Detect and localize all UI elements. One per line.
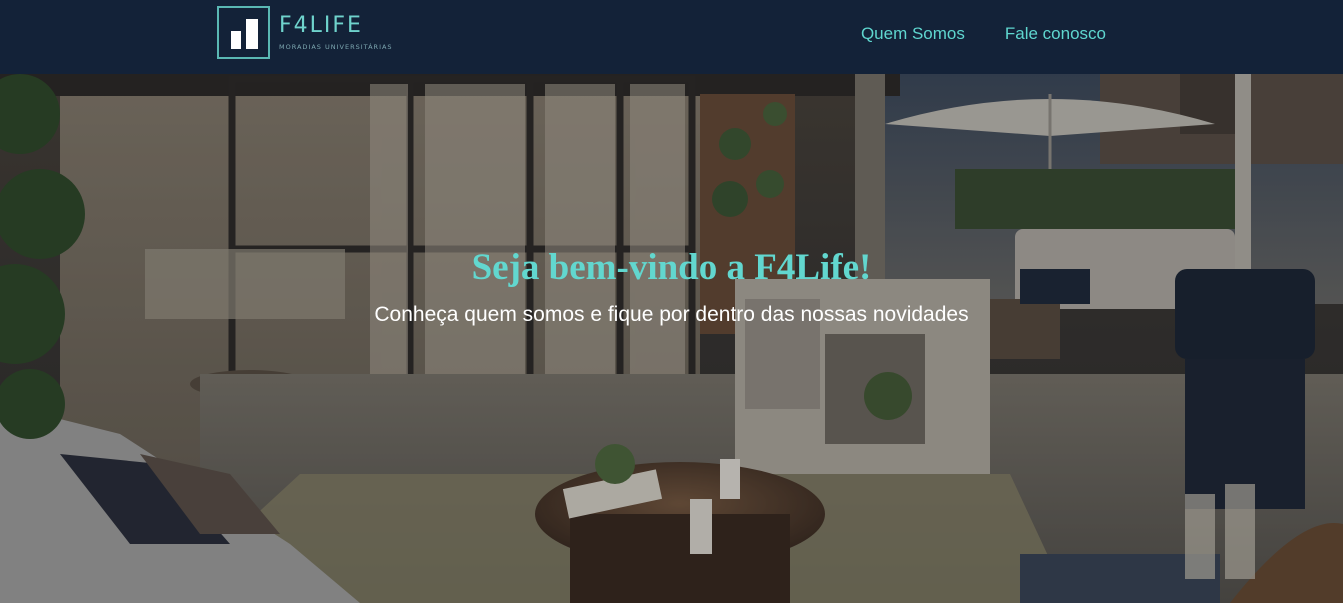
logo-bars-icon	[217, 5, 270, 59]
logo-text: F4LIFE MORADIAS UNIVERSITÁRIAS	[279, 13, 393, 51]
logo-link[interactable]: F4LIFE MORADIAS UNIVERSITÁRIAS	[217, 5, 393, 59]
hero-banner: Seja bem-vindo a F4Life! Conheça quem so…	[0, 74, 1343, 603]
hero-text-block: Seja bem-vindo a F4Life! Conheça quem so…	[0, 246, 1343, 329]
nav-link-fale-conosco[interactable]: Fale conosco	[1005, 23, 1106, 44]
hero-title: Seja bem-vindo a F4Life!	[471, 247, 872, 288]
main-nav: Quem Somos Fale conosco	[861, 23, 1106, 44]
navbar: F4LIFE MORADIAS UNIVERSITÁRIAS Quem Somo…	[0, 0, 1343, 74]
nav-link-quem-somos[interactable]: Quem Somos	[861, 23, 965, 44]
hero-subtitle: Conheça quem somos e fique por dentro da…	[374, 303, 969, 326]
hero-dark-overlay	[0, 74, 1343, 603]
logo-name: F4LIFE	[279, 13, 363, 38]
logo-tagline: MORADIAS UNIVERSITÁRIAS	[279, 43, 393, 51]
